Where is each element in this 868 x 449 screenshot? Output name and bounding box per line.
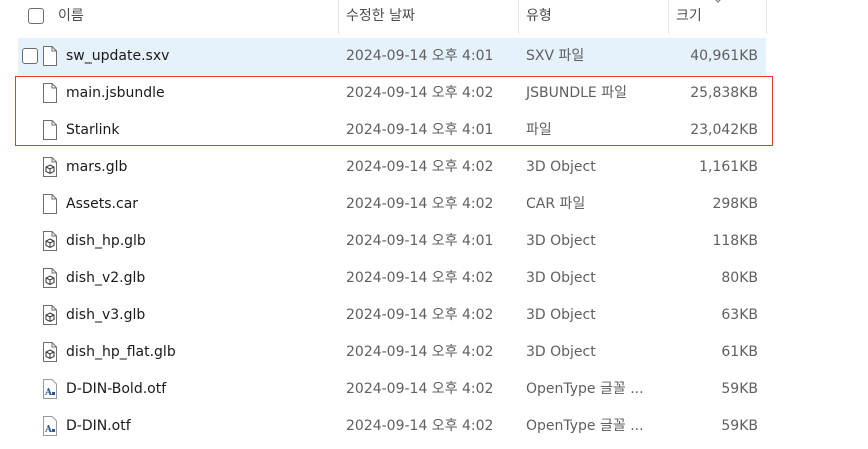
file-name: main.jsbundle — [66, 85, 165, 101]
column-divider[interactable] — [668, 0, 669, 34]
file-size: 298KB — [712, 196, 758, 212]
file-size: 59KB — [721, 418, 758, 434]
file-list: sw_update.sxv 2024-09-14 오후 4:01 SXV 파일 40,… — [18, 38, 766, 445]
file-type: 3D Object — [526, 344, 596, 360]
file-type: SXV 파일 — [526, 48, 585, 64]
file-date-modified: 2024-09-14 오후 4:02 — [346, 85, 494, 101]
sort-chevron-down-icon — [715, 0, 721, 3]
file-date-modified: 2024-09-14 오후 4:02 — [346, 270, 494, 286]
file-date-modified: 2024-09-14 오후 4:01 — [346, 233, 494, 249]
file-row[interactable]: dish_hp.glb 2024-09-14 오후 4:01 3D Object 11… — [18, 223, 766, 260]
file-icon — [42, 46, 58, 66]
3d-object-icon — [42, 231, 58, 251]
column-header-size[interactable]: 크기 — [676, 0, 702, 34]
file-size: 61KB — [721, 344, 758, 360]
file-name: dish_v2.glb — [66, 270, 146, 286]
column-header-type[interactable]: 유형 — [526, 0, 552, 34]
file-explorer-view: 이름 수정한 날짜 유형 크기 sw_update.sxv 2024-09-14 … — [0, 0, 868, 449]
file-date-modified: 2024-09-14 오후 4:01 — [346, 48, 494, 64]
file-name: dish_hp.glb — [66, 233, 146, 249]
3d-object-icon — [42, 305, 58, 325]
select-all-checkbox[interactable] — [28, 8, 44, 24]
file-name: dish_hp_flat.glb — [66, 344, 176, 360]
file-row[interactable]: dish_hp_flat.glb 2024-09-14 오후 4:02 3D Obj… — [18, 334, 766, 371]
3d-object-icon — [42, 157, 58, 177]
file-name: Assets.car — [66, 196, 139, 212]
file-icon — [42, 120, 58, 140]
file-type: CAR 파일 — [526, 196, 586, 212]
file-size: 80KB — [721, 270, 758, 286]
file-date-modified: 2024-09-14 오후 4:02 — [346, 159, 494, 175]
column-header: 이름 수정한 날짜 유형 크기 — [0, 0, 868, 34]
column-divider[interactable] — [766, 0, 767, 34]
file-row[interactable]: A D-DIN.otf 2024-09-14 오후 4:02 OpenType 글꼴 … — [18, 408, 766, 445]
file-name: mars.glb — [66, 159, 128, 175]
file-type: 파일 — [526, 122, 552, 138]
file-name: dish_v3.glb — [66, 307, 146, 323]
file-date-modified: 2024-09-14 오후 4:02 — [346, 307, 494, 323]
file-type: 3D Object — [526, 307, 596, 323]
column-divider[interactable] — [518, 0, 519, 34]
file-row[interactable]: mars.glb 2024-09-14 오후 4:02 3D Object 1,161… — [18, 149, 766, 186]
file-icon — [42, 194, 58, 214]
svg-text:A: A — [44, 388, 53, 398]
file-date-modified: 2024-09-14 오후 4:02 — [346, 196, 494, 212]
column-header-date[interactable]: 수정한 날짜 — [346, 0, 415, 34]
file-name: D-DIN.otf — [66, 418, 131, 434]
file-row[interactable]: dish_v3.glb 2024-09-14 오후 4:02 3D Object 63… — [18, 297, 766, 334]
file-size: 23,042KB — [690, 122, 758, 138]
file-type: JSBUNDLE 파일 — [526, 85, 627, 101]
file-row[interactable]: A D-DIN-Bold.otf 2024-09-14 오후 4:02 OpenTyp… — [18, 371, 766, 408]
file-date-modified: 2024-09-14 오후 4:02 — [346, 418, 494, 434]
file-name: sw_update.sxv — [66, 48, 170, 64]
file-row[interactable]: dish_v2.glb 2024-09-14 오후 4:02 3D Object 80… — [18, 260, 766, 297]
file-type: OpenType 글꼴 ... — [526, 381, 644, 397]
file-row[interactable]: sw_update.sxv 2024-09-14 오후 4:01 SXV 파일 40,… — [18, 38, 766, 75]
file-row[interactable]: main.jsbundle 2024-09-14 오후 4:02 JSBUNDLE … — [18, 75, 766, 112]
file-type: 3D Object — [526, 270, 596, 286]
file-type: 3D Object — [526, 233, 596, 249]
file-size: 1,161KB — [699, 159, 758, 175]
column-divider[interactable] — [338, 0, 339, 34]
3d-object-icon — [42, 268, 58, 288]
file-size: 40,961KB — [690, 48, 758, 64]
file-name: Starlink — [66, 122, 120, 138]
font-file-icon: A — [42, 379, 58, 399]
file-row[interactable]: Assets.car 2024-09-14 오후 4:02 CAR 파일 298KB — [18, 186, 766, 223]
file-type: 3D Object — [526, 159, 596, 175]
svg-text:A: A — [44, 425, 53, 435]
file-date-modified: 2024-09-14 오후 4:02 — [346, 381, 494, 397]
file-date-modified: 2024-09-14 오후 4:01 — [346, 122, 494, 138]
file-size: 25,838KB — [690, 85, 758, 101]
row-checkbox[interactable] — [22, 48, 38, 64]
file-icon — [42, 83, 58, 103]
file-date-modified: 2024-09-14 오후 4:02 — [346, 344, 494, 360]
file-size: 59KB — [721, 381, 758, 397]
file-size: 118KB — [712, 233, 758, 249]
file-size: 63KB — [721, 307, 758, 323]
file-name: D-DIN-Bold.otf — [66, 381, 167, 397]
column-header-name[interactable]: 이름 — [58, 0, 84, 34]
file-row[interactable]: Starlink 2024-09-14 오후 4:01 파일 23,042KB — [18, 112, 766, 149]
font-file-icon: A — [42, 416, 58, 436]
file-type: OpenType 글꼴 ... — [526, 418, 644, 434]
3d-object-icon — [42, 342, 58, 362]
